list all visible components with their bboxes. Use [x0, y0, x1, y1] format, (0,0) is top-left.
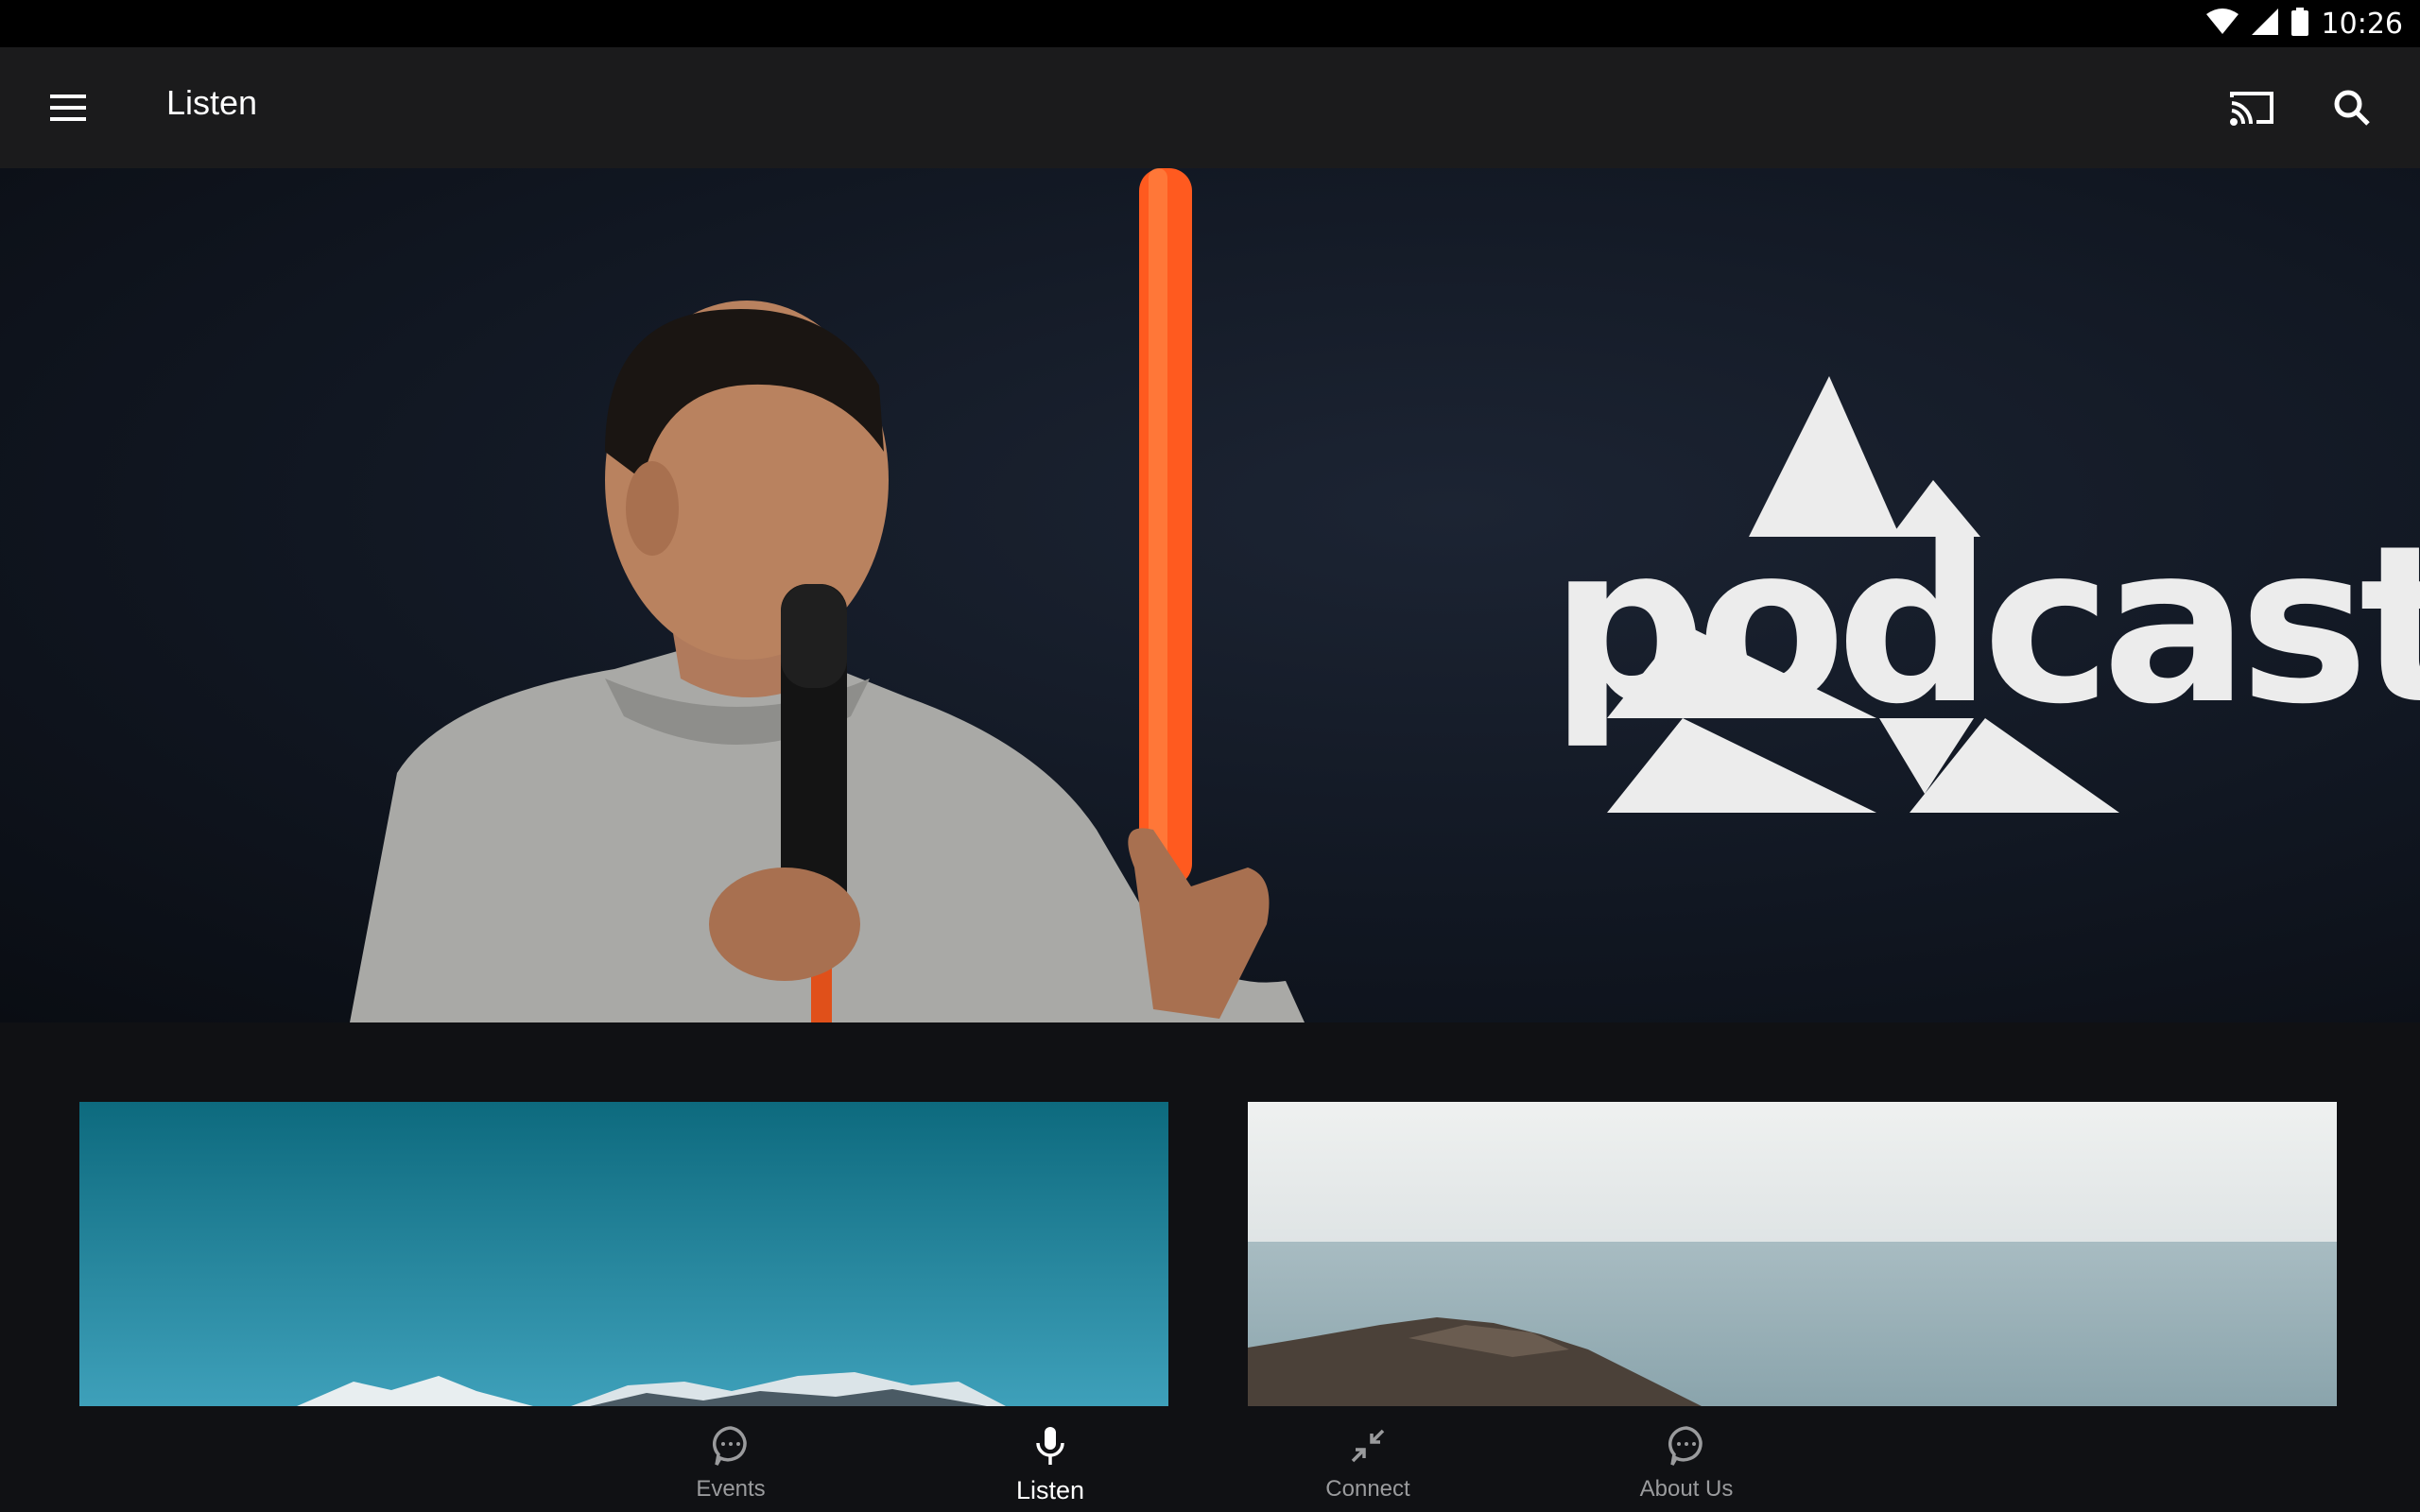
microphone-icon	[1028, 1423, 1073, 1469]
hamburger-menu-icon	[50, 94, 86, 125]
mountain-image-card[interactable]	[79, 1102, 1168, 1406]
bottom-navigation: Events Listen Connect About Us	[0, 1406, 2420, 1512]
status-time: 10:26	[2321, 7, 2403, 41]
cellular-signal-icon	[2251, 9, 2278, 39]
arrows-inward-icon	[1345, 1423, 1391, 1469]
nav-label-listen: Listen	[1015, 1476, 1085, 1504]
app-bar: Listen	[0, 47, 2420, 168]
podcast-hero-banner[interactable]: podcast	[0, 168, 2420, 1022]
menu-button[interactable]	[38, 79, 98, 140]
status-icons: 10:26	[2205, 0, 2403, 47]
nav-label-events: Events	[696, 1476, 766, 1502]
search-icon	[2333, 89, 2371, 130]
ocean-image-card[interactable]	[1248, 1102, 2337, 1406]
podcast-logo-text: podcast	[1550, 500, 2420, 752]
chat-bubble-icon	[1664, 1423, 1709, 1469]
cast-button[interactable]	[2221, 79, 2282, 140]
battery-icon	[2290, 8, 2308, 40]
nav-label-connect: Connect	[1325, 1476, 1410, 1502]
cast-icon	[2230, 90, 2273, 129]
page-title: Listen	[166, 83, 258, 122]
status-bar: 10:26	[0, 0, 2420, 47]
chat-bubble-icon	[708, 1423, 753, 1469]
mountain-image	[79, 1102, 1168, 1406]
nav-item-about-us[interactable]: About Us	[1573, 1406, 1800, 1512]
ocean-image	[1248, 1102, 2337, 1406]
wifi-icon	[2205, 9, 2238, 39]
search-button[interactable]	[2322, 79, 2382, 140]
nav-item-events[interactable]: Events	[617, 1406, 844, 1512]
nav-item-connect[interactable]: Connect	[1254, 1406, 1481, 1512]
nav-item-listen[interactable]: Listen	[937, 1406, 1164, 1512]
nav-label-about-us: About Us	[1639, 1476, 1734, 1502]
